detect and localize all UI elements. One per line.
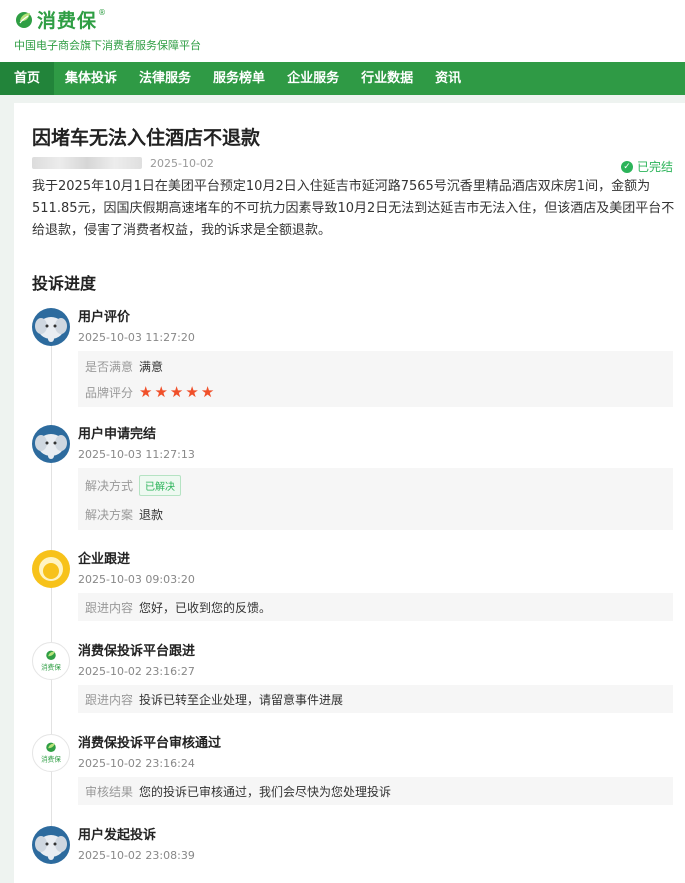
detail-label: 跟进内容 — [85, 600, 134, 615]
timeline-detail: 审核结果 您的投诉已审核通过，我们会尽快为您处理投诉 — [78, 777, 673, 805]
nav-item-industry-data[interactable]: 行业数据 — [350, 62, 424, 95]
detail-label: 解决方式 — [85, 478, 134, 493]
complaint-title: 因堵车无法入住酒店不退款 — [32, 127, 261, 149]
brand-rating-stars: ★ ★ ★ ★ ★ — [139, 382, 215, 401]
elephant-icon — [32, 826, 70, 864]
detail-value: 投诉已转至企业处理，请留意事件进展 — [139, 692, 344, 707]
timeline-title: 消费保投诉平台跟进 — [78, 644, 196, 659]
timeline-item: 企业跟进 2025-10-03 09:03:20 跟进内容 您好，已收到您的反馈… — [32, 550, 673, 642]
main-nav: 首页 集体投诉 法律服务 服务榜单 企业服务 行业数据 资讯 — [0, 62, 685, 95]
timeline-title: 用户申请完结 — [78, 427, 157, 442]
timeline-time: 2025-10-03 09:03:20 — [78, 573, 195, 586]
nav-item-home[interactable]: 首页 — [0, 62, 55, 95]
brand-subtitle: 中国电子商会旗下消费者服务保障平台 — [14, 39, 201, 52]
logo-text: 消费保 — [41, 663, 61, 672]
timeline-detail: 是否满意 满意 品牌评分 ★ ★ ★ ★ ★ — [78, 351, 673, 407]
status-badge: ✓ 已完结 — [620, 158, 673, 175]
xiaofeibao-logo-icon: 消费保 — [32, 734, 70, 772]
detail-value: 退款 — [139, 507, 164, 522]
elephant-icon — [32, 425, 70, 463]
nav-item-news[interactable]: 资讯 — [424, 62, 472, 95]
timeline-item: 用户发起投诉 2025-10-02 23:08:39 — [32, 826, 673, 876]
blurred-username — [32, 157, 142, 169]
star-icon: ★ — [169, 382, 184, 401]
brand-name: 消费保 — [37, 9, 98, 32]
nav-item-service-ranking[interactable]: 服务榜单 — [202, 62, 276, 95]
detail-row: 跟进内容 您好，已收到您的反馈。 — [85, 595, 666, 619]
logo-text: 消费保 — [41, 755, 61, 764]
star-icon: ★ — [139, 382, 153, 401]
nav-item-legal-service[interactable]: 法律服务 — [128, 62, 202, 95]
resolved-badge: 已解决 — [139, 474, 181, 496]
detail-label: 品牌评分 — [85, 385, 134, 400]
detail-label: 审核结果 — [85, 784, 134, 799]
timeline-item: 用户申请完结 2025-10-03 11:27:13 解决方式 已解决 解决方案… — [32, 425, 673, 550]
timeline-title: 用户评价 — [78, 310, 131, 325]
detail-value: 您的投诉已审核通过，我们会尽快为您处理投诉 — [139, 784, 392, 799]
timeline-time: 2025-10-02 23:16:27 — [78, 665, 195, 678]
site-header: 消费保 ® 中国电子商会旗下消费者服务保障平台 — [0, 0, 685, 62]
detail-row: 解决方案 退款 — [85, 500, 666, 528]
progress-timeline: 用户评价 2025-10-03 11:27:20 是否满意 满意 品牌评分 ★ … — [32, 308, 673, 876]
complaint-card: 因堵车无法入住酒店不退款 2025-10-02 ✓ 已完结 我于2025年10月… — [14, 103, 685, 883]
nav-item-group-complaint[interactable]: 集体投诉 — [54, 62, 128, 95]
timeline-item: 用户评价 2025-10-03 11:27:20 是否满意 满意 品牌评分 ★ … — [32, 308, 673, 425]
timeline-item: 消费保 消费保投诉平台审核通过 2025-10-02 23:16:24 审核结果… — [32, 734, 673, 826]
company-icon — [32, 550, 70, 588]
star-icon: ★ — [185, 382, 199, 401]
complaint-description: 我于2025年10月1日在美团平台预定10月2日入住延吉市延河路7565号沉香里… — [32, 179, 675, 238]
complaint-meta: 2025-10-02 ✓ 已完结 — [32, 154, 673, 175]
progress-title: 投诉进度 — [32, 274, 97, 293]
timeline-detail: 解决方式 已解决 解决方案 退款 — [78, 468, 673, 530]
elephant-icon — [32, 308, 70, 346]
timeline-time: 2025-10-03 11:27:20 — [78, 331, 195, 344]
detail-label: 是否满意 — [85, 359, 134, 374]
registered-mark: ® — [98, 8, 107, 17]
check-circle-icon: ✓ — [620, 160, 633, 173]
timeline-detail: 跟进内容 您好，已收到您的反馈。 — [78, 593, 673, 621]
status-text: 已完结 — [636, 160, 673, 174]
complaint-date: 2025-10-02 — [150, 156, 214, 170]
detail-row: 跟进内容 投诉已转至企业处理，请留意事件进展 — [85, 687, 666, 711]
detail-row: 是否满意 满意 — [85, 353, 666, 379]
timeline-item: 消费保 消费保投诉平台跟进 2025-10-02 23:16:27 跟进内容 投… — [32, 642, 673, 734]
timeline-title: 用户发起投诉 — [78, 828, 157, 843]
detail-row: 品牌评分 ★ ★ ★ ★ ★ — [85, 379, 666, 405]
timeline-detail: 跟进内容 投诉已转至企业处理，请留意事件进展 — [78, 685, 673, 713]
timeline-time: 2025-10-03 11:27:13 — [78, 448, 195, 461]
detail-label: 解决方案 — [85, 507, 134, 522]
leaf-logo-icon — [16, 12, 32, 28]
star-icon: ★ — [200, 382, 215, 401]
xiaofeibao-logo-icon: 消费保 — [32, 642, 70, 680]
timeline-time: 2025-10-02 23:16:24 — [78, 757, 195, 770]
detail-value: 满意 — [139, 359, 164, 374]
timeline-time: 2025-10-02 23:08:39 — [78, 849, 195, 862]
timeline-title: 企业跟进 — [78, 552, 131, 567]
timeline-title: 消费保投诉平台审核通过 — [78, 736, 222, 751]
detail-row: 审核结果 您的投诉已审核通过，我们会尽快为您处理投诉 — [85, 779, 666, 803]
detail-label: 跟进内容 — [85, 692, 134, 707]
brand-logo[interactable]: 消费保 ® — [14, 8, 671, 32]
detail-value: 您好，已收到您的反馈。 — [139, 600, 272, 615]
star-icon: ★ — [154, 382, 168, 401]
detail-row: 解决方式 已解决 — [85, 470, 666, 500]
nav-item-enterprise-service[interactable]: 企业服务 — [276, 62, 350, 95]
